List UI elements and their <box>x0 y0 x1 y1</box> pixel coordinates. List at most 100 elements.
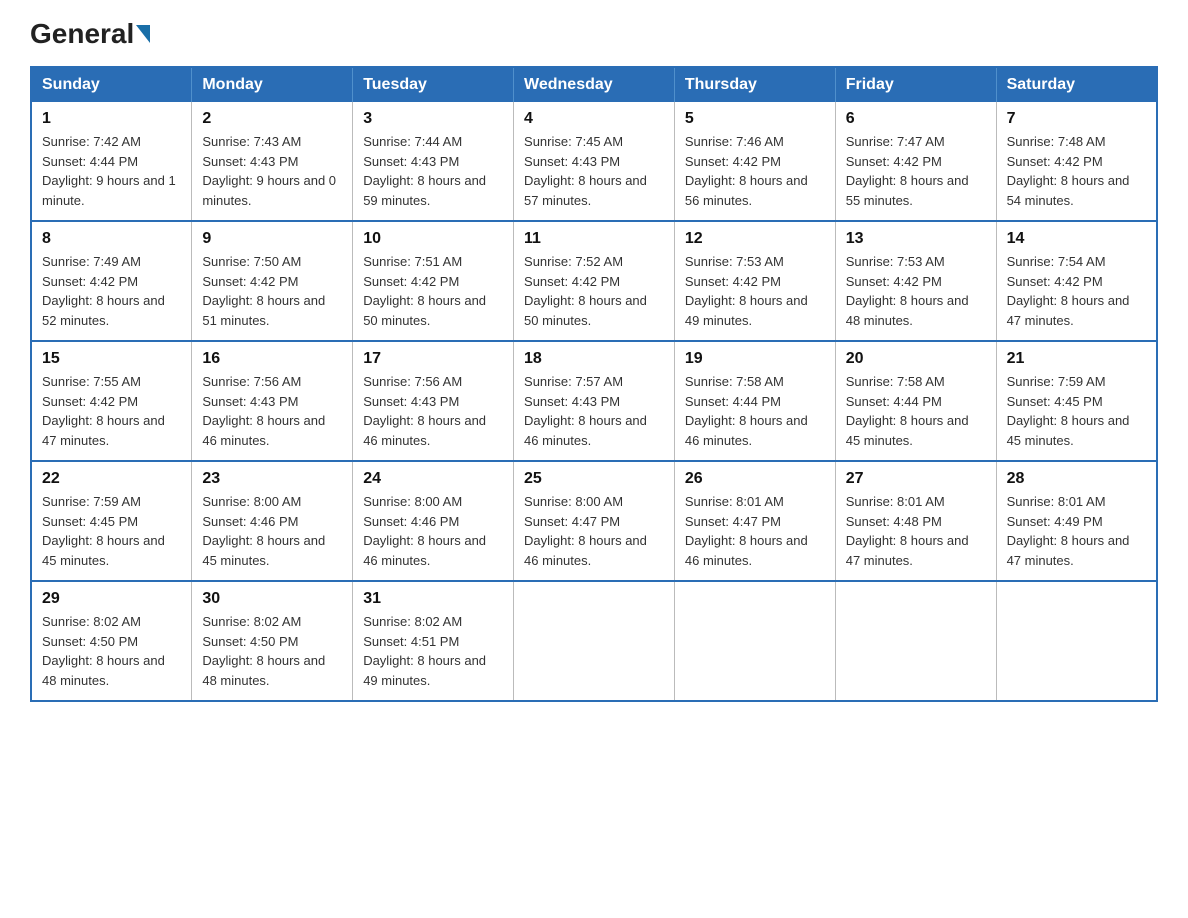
sunset-label: Sunset: 4:47 PM <box>524 514 620 529</box>
daylight-label: Daylight: 8 hours and 46 minutes. <box>202 413 325 448</box>
day-number: 29 <box>42 590 181 608</box>
day-number: 23 <box>202 470 342 488</box>
daylight-label: Daylight: 8 hours and 55 minutes. <box>846 173 969 208</box>
daylight-label: Daylight: 8 hours and 45 minutes. <box>1007 413 1130 448</box>
sunrise-label: Sunrise: 7:59 AM <box>1007 374 1106 389</box>
calendar-cell: 18 Sunrise: 7:57 AM Sunset: 4:43 PM Dayl… <box>514 341 675 461</box>
calendar-cell: 4 Sunrise: 7:45 AM Sunset: 4:43 PM Dayli… <box>514 102 675 221</box>
calendar-cell: 22 Sunrise: 7:59 AM Sunset: 4:45 PM Dayl… <box>31 461 192 581</box>
header-saturday: Saturday <box>996 67 1157 102</box>
header-friday: Friday <box>835 67 996 102</box>
calendar-week-row: 15 Sunrise: 7:55 AM Sunset: 4:42 PM Dayl… <box>31 341 1157 461</box>
sunset-label: Sunset: 4:42 PM <box>524 274 620 289</box>
day-info: Sunrise: 7:56 AM Sunset: 4:43 PM Dayligh… <box>363 372 503 450</box>
daylight-label: Daylight: 8 hours and 48 minutes. <box>202 653 325 688</box>
daylight-label: Daylight: 8 hours and 47 minutes. <box>846 533 969 568</box>
sunset-label: Sunset: 4:51 PM <box>363 634 459 649</box>
day-info: Sunrise: 8:00 AM Sunset: 4:46 PM Dayligh… <box>363 492 503 570</box>
calendar-cell: 7 Sunrise: 7:48 AM Sunset: 4:42 PM Dayli… <box>996 102 1157 221</box>
calendar-cell: 15 Sunrise: 7:55 AM Sunset: 4:42 PM Dayl… <box>31 341 192 461</box>
daylight-label: Daylight: 8 hours and 50 minutes. <box>524 293 647 328</box>
sunrise-label: Sunrise: 8:00 AM <box>363 494 462 509</box>
day-info: Sunrise: 7:59 AM Sunset: 4:45 PM Dayligh… <box>1007 372 1146 450</box>
sunset-label: Sunset: 4:44 PM <box>42 154 138 169</box>
day-number: 4 <box>524 110 664 128</box>
sunset-label: Sunset: 4:42 PM <box>42 274 138 289</box>
calendar-cell: 9 Sunrise: 7:50 AM Sunset: 4:42 PM Dayli… <box>192 221 353 341</box>
sunrise-label: Sunrise: 8:01 AM <box>1007 494 1106 509</box>
day-number: 1 <box>42 110 181 128</box>
calendar-cell <box>835 581 996 701</box>
header-tuesday: Tuesday <box>353 67 514 102</box>
sunset-label: Sunset: 4:44 PM <box>685 394 781 409</box>
calendar-cell: 3 Sunrise: 7:44 AM Sunset: 4:43 PM Dayli… <box>353 102 514 221</box>
sunrise-label: Sunrise: 7:46 AM <box>685 134 784 149</box>
header-sunday: Sunday <box>31 67 192 102</box>
calendar-cell: 29 Sunrise: 8:02 AM Sunset: 4:50 PM Dayl… <box>31 581 192 701</box>
sunset-label: Sunset: 4:42 PM <box>1007 154 1103 169</box>
day-info: Sunrise: 7:46 AM Sunset: 4:42 PM Dayligh… <box>685 132 825 210</box>
sunset-label: Sunset: 4:50 PM <box>42 634 138 649</box>
calendar-table: SundayMondayTuesdayWednesdayThursdayFrid… <box>30 66 1158 702</box>
calendar-cell: 27 Sunrise: 8:01 AM Sunset: 4:48 PM Dayl… <box>835 461 996 581</box>
sunset-label: Sunset: 4:42 PM <box>202 274 298 289</box>
day-info: Sunrise: 7:44 AM Sunset: 4:43 PM Dayligh… <box>363 132 503 210</box>
sunset-label: Sunset: 4:49 PM <box>1007 514 1103 529</box>
calendar-week-row: 1 Sunrise: 7:42 AM Sunset: 4:44 PM Dayli… <box>31 102 1157 221</box>
calendar-cell: 23 Sunrise: 8:00 AM Sunset: 4:46 PM Dayl… <box>192 461 353 581</box>
sunset-label: Sunset: 4:47 PM <box>685 514 781 529</box>
calendar-cell: 28 Sunrise: 8:01 AM Sunset: 4:49 PM Dayl… <box>996 461 1157 581</box>
calendar-week-row: 22 Sunrise: 7:59 AM Sunset: 4:45 PM Dayl… <box>31 461 1157 581</box>
sunset-label: Sunset: 4:43 PM <box>524 394 620 409</box>
day-number: 7 <box>1007 110 1146 128</box>
calendar-cell: 1 Sunrise: 7:42 AM Sunset: 4:44 PM Dayli… <box>31 102 192 221</box>
logo-arrow-icon <box>136 25 150 43</box>
calendar-cell <box>996 581 1157 701</box>
sunrise-label: Sunrise: 7:53 AM <box>685 254 784 269</box>
sunset-label: Sunset: 4:42 PM <box>363 274 459 289</box>
day-number: 6 <box>846 110 986 128</box>
calendar-cell: 14 Sunrise: 7:54 AM Sunset: 4:42 PM Dayl… <box>996 221 1157 341</box>
calendar-cell <box>674 581 835 701</box>
sunrise-label: Sunrise: 7:56 AM <box>202 374 301 389</box>
calendar-cell: 16 Sunrise: 7:56 AM Sunset: 4:43 PM Dayl… <box>192 341 353 461</box>
calendar-cell: 5 Sunrise: 7:46 AM Sunset: 4:42 PM Dayli… <box>674 102 835 221</box>
daylight-label: Daylight: 8 hours and 49 minutes. <box>685 293 808 328</box>
day-number: 27 <box>846 470 986 488</box>
day-number: 17 <box>363 350 503 368</box>
daylight-label: Daylight: 8 hours and 45 minutes. <box>42 533 165 568</box>
sunrise-label: Sunrise: 7:42 AM <box>42 134 141 149</box>
day-number: 21 <box>1007 350 1146 368</box>
sunrise-label: Sunrise: 8:02 AM <box>363 614 462 629</box>
sunset-label: Sunset: 4:42 PM <box>846 274 942 289</box>
daylight-label: Daylight: 8 hours and 52 minutes. <box>42 293 165 328</box>
daylight-label: Daylight: 8 hours and 57 minutes. <box>524 173 647 208</box>
day-info: Sunrise: 7:45 AM Sunset: 4:43 PM Dayligh… <box>524 132 664 210</box>
sunrise-label: Sunrise: 7:54 AM <box>1007 254 1106 269</box>
daylight-label: Daylight: 9 hours and 1 minute. <box>42 173 176 208</box>
sunrise-label: Sunrise: 7:56 AM <box>363 374 462 389</box>
sunset-label: Sunset: 4:45 PM <box>42 514 138 529</box>
sunset-label: Sunset: 4:42 PM <box>685 274 781 289</box>
calendar-cell: 13 Sunrise: 7:53 AM Sunset: 4:42 PM Dayl… <box>835 221 996 341</box>
sunset-label: Sunset: 4:46 PM <box>202 514 298 529</box>
day-info: Sunrise: 7:52 AM Sunset: 4:42 PM Dayligh… <box>524 252 664 330</box>
day-info: Sunrise: 7:50 AM Sunset: 4:42 PM Dayligh… <box>202 252 342 330</box>
sunset-label: Sunset: 4:42 PM <box>685 154 781 169</box>
sunrise-label: Sunrise: 7:51 AM <box>363 254 462 269</box>
daylight-label: Daylight: 8 hours and 48 minutes. <box>846 293 969 328</box>
daylight-label: Daylight: 8 hours and 59 minutes. <box>363 173 486 208</box>
calendar-cell: 21 Sunrise: 7:59 AM Sunset: 4:45 PM Dayl… <box>996 341 1157 461</box>
sunset-label: Sunset: 4:50 PM <box>202 634 298 649</box>
day-info: Sunrise: 7:47 AM Sunset: 4:42 PM Dayligh… <box>846 132 986 210</box>
day-number: 24 <box>363 470 503 488</box>
sunset-label: Sunset: 4:43 PM <box>202 154 298 169</box>
day-info: Sunrise: 7:53 AM Sunset: 4:42 PM Dayligh… <box>685 252 825 330</box>
page-header: General <box>30 20 1158 48</box>
calendar-cell: 31 Sunrise: 8:02 AM Sunset: 4:51 PM Dayl… <box>353 581 514 701</box>
calendar-cell: 26 Sunrise: 8:01 AM Sunset: 4:47 PM Dayl… <box>674 461 835 581</box>
sunrise-label: Sunrise: 7:49 AM <box>42 254 141 269</box>
day-info: Sunrise: 7:54 AM Sunset: 4:42 PM Dayligh… <box>1007 252 1146 330</box>
day-info: Sunrise: 8:01 AM Sunset: 4:49 PM Dayligh… <box>1007 492 1146 570</box>
day-number: 11 <box>524 230 664 248</box>
